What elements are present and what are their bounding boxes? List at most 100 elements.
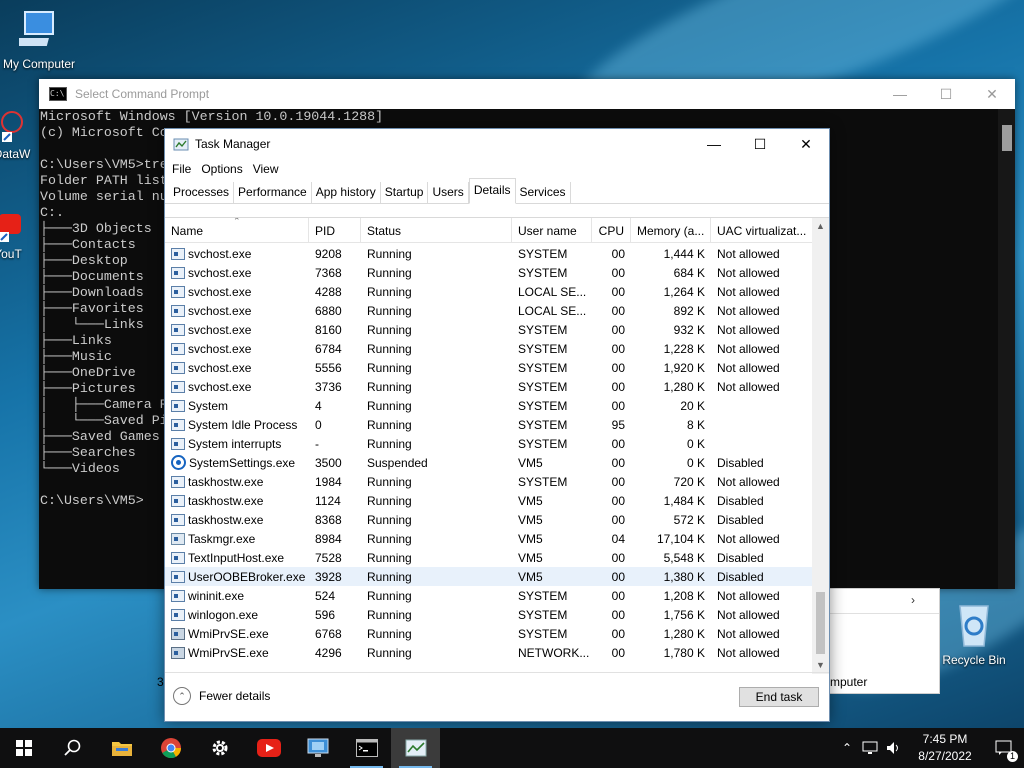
table-row[interactable]: svchost.exe 6880 Running LOCAL SE... 00 892 K… [165,301,812,320]
table-row[interactable]: svchost.exe 7368 Running SYSTEM 00 684 K Not a… [165,263,812,282]
table-row[interactable]: System Idle Process 0 Running SYSTEM 95 8 K [165,415,812,434]
close-button[interactable]: ✕ [783,129,829,159]
menu-view[interactable]: View [249,162,283,176]
process-name-cell: Taskmgr.exe [165,532,309,546]
process-mem-cell: 17,104 K [656,531,705,546]
file-explorer-window[interactable]: › mputer [826,588,940,694]
table-row[interactable]: winlogon.exe 596 Running SYSTEM 00 1,756 K Not… [165,605,812,624]
desktop-icon-recycle-bin[interactable]: Recycle Bin [936,600,1012,667]
process-icon [171,323,185,336]
volume-button[interactable] [882,728,906,768]
table-row[interactable]: taskhostw.exe 8368 Running VM5 00 572 K Disabl… [165,510,812,529]
table-row[interactable]: Taskmgr.exe 8984 Running VM5 04 17,104 K Not a… [165,529,812,548]
table-row[interactable]: SystemSettings.exe 3500 Suspended VM5 00 0 K D… [165,453,812,472]
table-row[interactable]: WmiPrvSE.exe 4296 Running NETWORK... 00 1,780… [165,643,812,662]
search-button[interactable] [48,728,97,768]
process-user-cell: VM5 [518,531,543,546]
end-task-button[interactable]: End task [739,687,819,707]
fewer-details-button[interactable]: ⌃ Fewer details [173,687,270,705]
column-header-memory[interactable]: Memory (a... [631,218,711,242]
network-icon [862,741,878,754]
table-row[interactable]: TextInputHost.exe 7528 Running VM5 00 5,548 K… [165,548,812,567]
tab-processes[interactable]: Processes [169,182,235,203]
table-row[interactable]: svchost.exe 4288 Running LOCAL SE... 00 1,264… [165,282,812,301]
taskbar-youtube[interactable] [244,728,293,768]
table-row[interactable]: UserOOBEBroker.exe 3928 Running VM5 00 1,380 … [165,567,812,586]
action-center-button[interactable]: 1 [984,728,1024,768]
process-mem-cell: 572 K [673,512,705,527]
taskbar-settings[interactable] [195,728,244,768]
tab-users[interactable]: Users [428,182,469,203]
process-cpu-cell: 00 [611,341,625,356]
taskbar-command-prompt[interactable] [342,728,391,768]
process-icon [171,285,185,298]
scrollbar-thumb[interactable] [816,592,825,654]
process-user-cell: SYSTEM [518,607,568,622]
tab-performance[interactable]: Performance [234,182,312,203]
scroll-up-icon[interactable]: ▲ [812,218,829,235]
start-button[interactable] [0,728,48,768]
column-header-cpu[interactable]: CPU [592,218,631,242]
column-header-status[interactable]: Status [361,218,512,242]
taskbar-remote-desktop[interactable] [293,728,342,768]
task-manager-titlebar[interactable]: Task Manager — ☐ ✕ [165,129,829,159]
table-row[interactable]: System interrupts - Running SYSTEM 00 0 K [165,434,812,453]
cmd-scrollbar[interactable] [998,109,1015,589]
network-button[interactable] [858,728,882,768]
maximize-button[interactable]: ☐ [923,79,969,109]
taskbar-task-manager[interactable] [391,728,440,768]
process-name-cell: svchost.exe [165,342,309,356]
maximize-button[interactable]: ☐ [737,129,783,159]
cmd-line: ├───Searches [40,445,136,460]
taskbar-file-explorer[interactable] [97,728,146,768]
process-status-cell: Running [367,626,412,641]
process-mem-cell: 1,280 K [663,626,705,641]
table-row[interactable]: wininit.exe 524 Running SYSTEM 00 1,208 K Not … [165,586,812,605]
tab-app-history[interactable]: App history [312,182,381,203]
tab-services[interactable]: Services [516,182,571,203]
taskbar-chrome[interactable] [146,728,195,768]
column-header-user-name[interactable]: User name [512,218,592,242]
column-header-uac[interactable]: UAC virtualizat... [711,218,812,242]
minimize-button[interactable]: — [877,79,923,109]
column-header-pid[interactable]: PID [309,218,361,242]
tab-details[interactable]: Details [468,178,516,204]
table-row[interactable]: taskhostw.exe 1984 Running SYSTEM 00 720 K Not… [165,472,812,491]
process-pid-cell: 6768 [315,626,342,641]
table-scrollbar[interactable]: ▲ ▼ [812,218,829,674]
tab-startup[interactable]: Startup [381,182,429,203]
table-row[interactable]: svchost.exe 3736 Running SYSTEM 00 1,280 K Not… [165,377,812,396]
column-header-name[interactable]: ⌃ Name [165,218,309,242]
chevron-right-icon[interactable]: › [911,593,915,607]
table-row[interactable]: WmiPrvSE.exe 6768 Running SYSTEM 00 1,280 K No… [165,624,812,643]
table-row[interactable]: svchost.exe 6784 Running SYSTEM 00 1,228 K Not… [165,339,812,358]
table-row[interactable]: System 4 Running SYSTEM 00 20 K [165,396,812,415]
scrollbar-thumb[interactable] [1002,125,1012,151]
process-uac-cell: Not allowed [717,531,780,546]
table-row[interactable]: svchost.exe 5556 Running SYSTEM 00 1,920 K Not… [165,358,812,377]
details-table[interactable]: ⌃ Name PID Status User name CPU Memory (… [165,217,829,674]
table-row[interactable]: taskhostw.exe 1124 Running VM5 00 1,484 K Disa… [165,491,812,510]
process-icon [171,342,185,355]
cmd-line: C:. [40,205,64,220]
menu-options[interactable]: Options [197,162,246,176]
process-mem-cell: 1,920 K [663,360,705,375]
process-status-cell: Running [367,645,412,660]
process-uac-cell: Not allowed [717,246,780,261]
minimize-button[interactable]: — [691,129,737,159]
desktop-icon-my-computer[interactable]: My Computer [1,8,77,71]
menu-file[interactable]: File [168,162,195,176]
task-manager-window[interactable]: Task Manager — ☐ ✕ File Options View Pro… [164,128,830,722]
desktop-icon-youtube[interactable]: YouT [0,212,38,261]
clock-button[interactable]: 7:45 PM 8/27/2022 [906,731,984,765]
process-cpu-cell: 00 [611,265,625,280]
process-user-cell: SYSTEM [518,436,568,451]
process-user-cell: SYSTEM [518,588,568,603]
close-button[interactable]: ✕ [969,79,1015,109]
desktop-icon-dataw[interactable]: DataW [0,108,42,161]
process-mem-cell: 1,780 K [663,645,705,660]
table-row[interactable]: svchost.exe 8160 Running SYSTEM 00 932 K Not a… [165,320,812,339]
cmd-titlebar[interactable]: C:\ Select Command Prompt — ☐ ✕ [39,79,1015,109]
show-hidden-icons-button[interactable]: ⌃ [836,728,858,768]
table-row[interactable]: svchost.exe 9208 Running SYSTEM 00 1,444 K Not… [165,244,812,263]
